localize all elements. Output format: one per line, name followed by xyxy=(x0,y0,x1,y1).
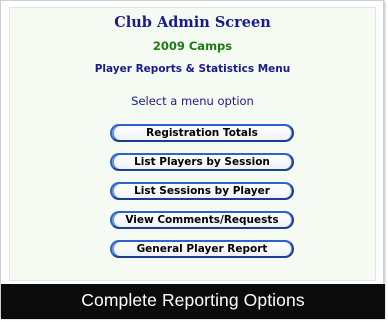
caption-text: Complete Reporting Options xyxy=(81,290,305,310)
menu-heading: Player Reports & Statistics Menu xyxy=(94,63,291,75)
page-subtitle: 2009 Camps xyxy=(152,39,233,53)
registration-totals-button[interactable]: Registration Totals xyxy=(110,124,294,142)
page-title: Club Admin Screen xyxy=(114,14,271,31)
admin-menu-panel: Club Admin Screen 2009 Camps Player Repo… xyxy=(9,7,376,281)
view-comments-requests-button[interactable]: View Comments/Requests xyxy=(110,211,294,229)
screenshot-frame: Club Admin Screen 2009 Camps Player Repo… xyxy=(0,0,385,319)
caption-bar: Complete Reporting Options xyxy=(1,284,385,319)
list-sessions-by-player-button[interactable]: List Sessions by Player xyxy=(110,182,294,200)
menu-prompt: Select a menu option xyxy=(131,94,254,108)
list-players-by-session-button[interactable]: List Players by Session xyxy=(110,153,294,171)
general-player-report-button[interactable]: General Player Report xyxy=(110,240,294,258)
